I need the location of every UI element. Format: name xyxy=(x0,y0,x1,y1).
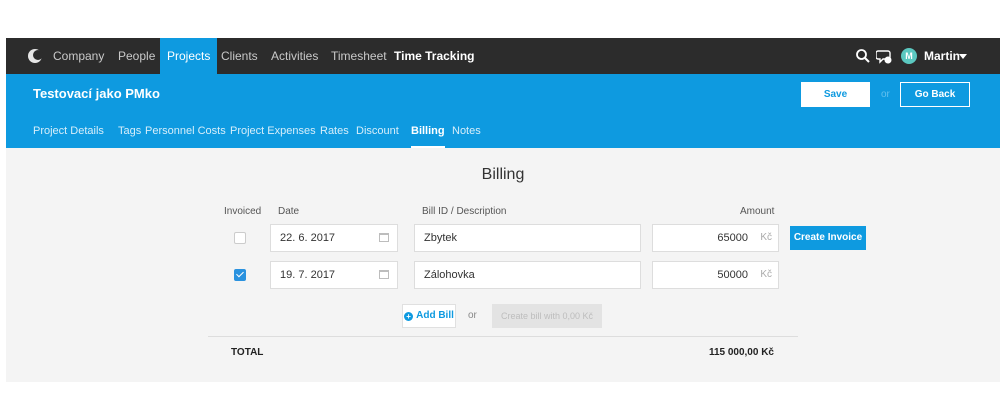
date-value: 19. 7. 2017 xyxy=(280,269,336,281)
chat-icon[interactable] xyxy=(876,48,892,64)
tab-personnel-costs[interactable]: Personnel Costs xyxy=(145,122,226,148)
description-value: Zbytek xyxy=(424,232,458,244)
create-bill-button: Create bill with 0,00 Kč xyxy=(492,304,602,328)
nav-item-clients[interactable]: Clients xyxy=(214,38,265,74)
save-button[interactable]: Save xyxy=(801,82,870,107)
search-icon[interactable] xyxy=(855,48,871,64)
column-header-invoiced: Invoiced xyxy=(224,206,262,217)
invoiced-checkbox[interactable] xyxy=(234,269,246,281)
create-invoice-button[interactable]: Create Invoice xyxy=(790,226,866,250)
amount-value: 50000 xyxy=(717,269,748,281)
user-name[interactable]: Martin xyxy=(924,38,960,74)
amount-value: 65000 xyxy=(717,232,748,244)
currency-label: Kč xyxy=(760,269,772,280)
add-bill-label: Add Bill xyxy=(416,310,454,321)
nav-item-activities[interactable]: Activities xyxy=(264,38,325,74)
divider xyxy=(208,336,798,337)
description-value: Zálohovka xyxy=(424,269,475,281)
total-label: TOTAL xyxy=(231,347,264,358)
column-header-description: Bill ID / Description xyxy=(422,206,507,217)
tab-discount[interactable]: Discount xyxy=(356,122,399,148)
total-value: 115 000,00 Kč xyxy=(708,347,774,358)
invoiced-checkbox[interactable] xyxy=(234,232,246,244)
top-nav: Company People Projects Clients Activiti… xyxy=(6,38,1000,74)
nav-item-people[interactable]: People xyxy=(111,38,162,74)
tab-tags[interactable]: Tags xyxy=(118,122,141,148)
plus-circle-icon: + xyxy=(404,312,414,321)
amount-field[interactable]: 50000 Kč xyxy=(652,261,779,289)
or-separator: or xyxy=(468,310,477,321)
column-header-date: Date xyxy=(278,206,300,217)
description-field[interactable]: Zbytek xyxy=(414,224,641,252)
currency-label: Kč xyxy=(760,232,772,243)
tab-project-expenses[interactable]: Project Expenses xyxy=(230,122,316,148)
calendar-icon[interactable] xyxy=(379,270,389,279)
add-bill-button[interactable]: + Add Bill xyxy=(402,304,456,328)
tab-project-details[interactable]: Project Details xyxy=(33,122,104,148)
nav-item-timesheet[interactable]: Timesheet xyxy=(324,38,394,74)
nav-item-company[interactable]: Company xyxy=(46,38,111,74)
app-window: Company People Projects Clients Activiti… xyxy=(6,38,1000,382)
description-field[interactable]: Zálohovka xyxy=(414,261,641,289)
go-back-button[interactable]: Go Back xyxy=(900,82,970,107)
project-header: Testovací jako PMko Save or Go Back Proj… xyxy=(6,74,1000,148)
nav-item-projects[interactable]: Projects xyxy=(160,38,218,74)
avatar[interactable]: M xyxy=(901,48,917,64)
tab-rates[interactable]: Rates xyxy=(320,122,349,148)
calendar-icon[interactable] xyxy=(379,233,389,242)
date-field[interactable]: 22. 6. 2017 xyxy=(270,224,398,252)
logo-icon[interactable] xyxy=(27,48,43,64)
project-title: Testovací jako PMko xyxy=(33,86,160,101)
column-header-amount: Amount xyxy=(740,206,775,217)
tab-billing[interactable]: Billing xyxy=(411,122,445,148)
page-title: Billing xyxy=(481,166,525,183)
date-field[interactable]: 19. 7. 2017 xyxy=(270,261,398,289)
tab-notes[interactable]: Notes xyxy=(452,122,481,148)
nav-item-time-tracking[interactable]: Time Tracking xyxy=(387,38,481,74)
or-separator: or xyxy=(881,89,890,100)
chevron-down-icon[interactable] xyxy=(959,54,967,59)
date-value: 22. 6. 2017 xyxy=(280,232,336,244)
amount-field[interactable]: 65000 Kč xyxy=(652,224,779,252)
